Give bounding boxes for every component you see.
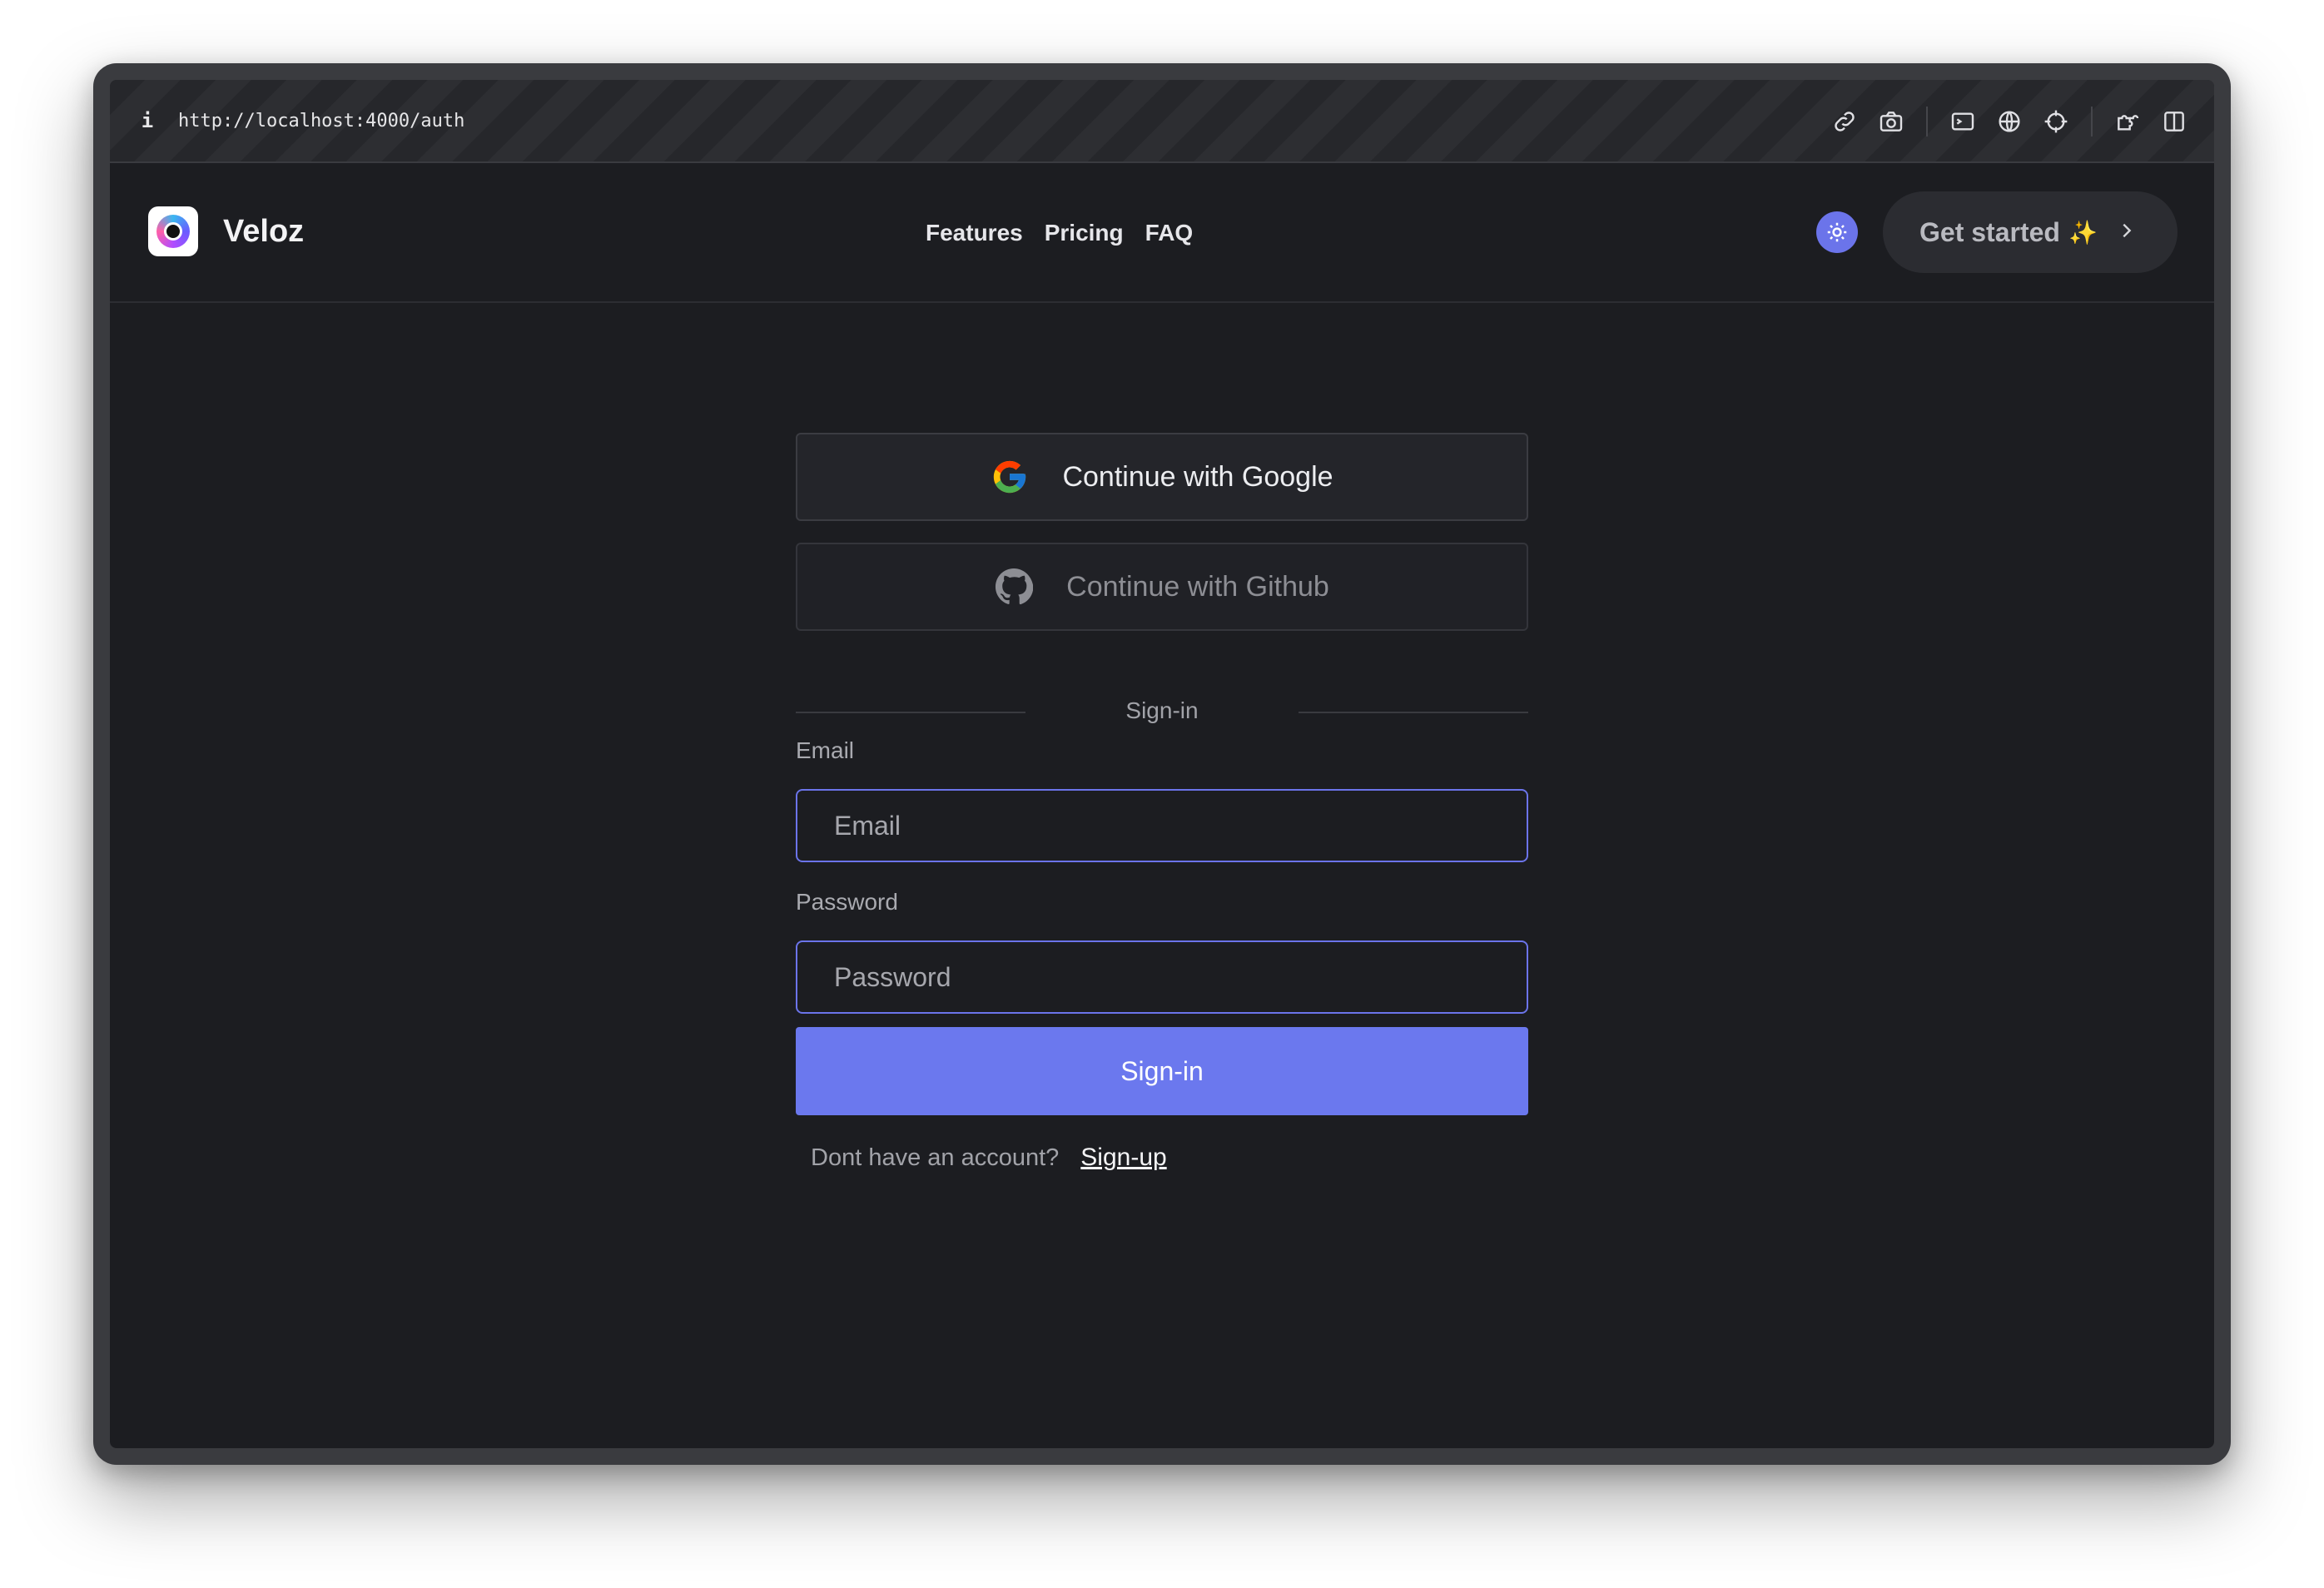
github-button-label: Continue with Github xyxy=(1066,570,1329,603)
nav-link-pricing[interactable]: Pricing xyxy=(1045,220,1124,246)
continue-with-github-button[interactable]: Continue with Github xyxy=(796,543,1528,631)
link-icon[interactable] xyxy=(1821,98,1868,145)
theme-toggle-button[interactable] xyxy=(1816,211,1858,253)
sign-in-button[interactable]: Sign-in xyxy=(796,1027,1528,1115)
email-input[interactable] xyxy=(796,789,1528,862)
browser-url-bar: i http://localhost:4000/auth xyxy=(110,80,2214,163)
url-text[interactable]: http://localhost:4000/auth xyxy=(178,111,464,132)
terminal-icon[interactable] xyxy=(1939,98,1986,145)
brand[interactable]: Veloz xyxy=(148,206,304,256)
camera-icon[interactable] xyxy=(1868,98,1914,145)
github-icon xyxy=(996,568,1034,605)
crosshair-icon[interactable] xyxy=(2033,98,2079,145)
globe-icon[interactable] xyxy=(1986,98,2033,145)
toolbar-divider xyxy=(2091,107,2093,136)
sparkles-icon: ✨ xyxy=(2068,219,2098,246)
password-label: Password xyxy=(796,889,898,915)
divider-line-right xyxy=(1299,712,1528,713)
sign-in-divider: Sign-in xyxy=(796,682,1528,741)
email-label: Email xyxy=(796,737,855,763)
info-icon[interactable]: i xyxy=(138,109,156,132)
veloz-logo-icon xyxy=(148,206,198,256)
get-started-label: Get started xyxy=(1919,216,2060,247)
browser-frame: i http://localhost:4000/auth Veloz Featu… xyxy=(110,80,2214,1448)
signup-prompt: Dont have an account? Sign-up xyxy=(796,1144,1528,1172)
no-account-text: Dont have an account? xyxy=(811,1144,1060,1171)
site-header: Veloz Features Pricing FAQ Get started ✨ xyxy=(110,163,2214,303)
nav-link-features[interactable]: Features xyxy=(926,220,1023,246)
nav-link-faq[interactable]: FAQ xyxy=(1145,220,1194,246)
nav-links: Features Pricing FAQ xyxy=(926,163,1193,303)
google-icon xyxy=(994,460,1026,494)
password-input[interactable] xyxy=(796,940,1528,1014)
toolbar-divider xyxy=(1926,107,1928,136)
browser-toolbar xyxy=(1821,80,2197,163)
continue-with-google-button[interactable]: Continue with Google xyxy=(796,433,1528,521)
get-started-button[interactable]: Get started ✨ xyxy=(1883,191,2178,273)
sun-icon xyxy=(1827,222,1847,242)
chevron-right-icon xyxy=(2118,221,2136,244)
extensions-icon[interactable] xyxy=(2104,98,2151,145)
divider-label: Sign-in xyxy=(1125,697,1199,723)
browser-window: i http://localhost:4000/auth Veloz Featu… xyxy=(93,63,2231,1465)
brand-name: Veloz xyxy=(223,213,305,249)
google-button-label: Continue with Google xyxy=(1062,460,1333,493)
split-view-icon[interactable] xyxy=(2151,98,2197,145)
sign-up-link[interactable]: Sign-up xyxy=(1080,1144,1166,1172)
